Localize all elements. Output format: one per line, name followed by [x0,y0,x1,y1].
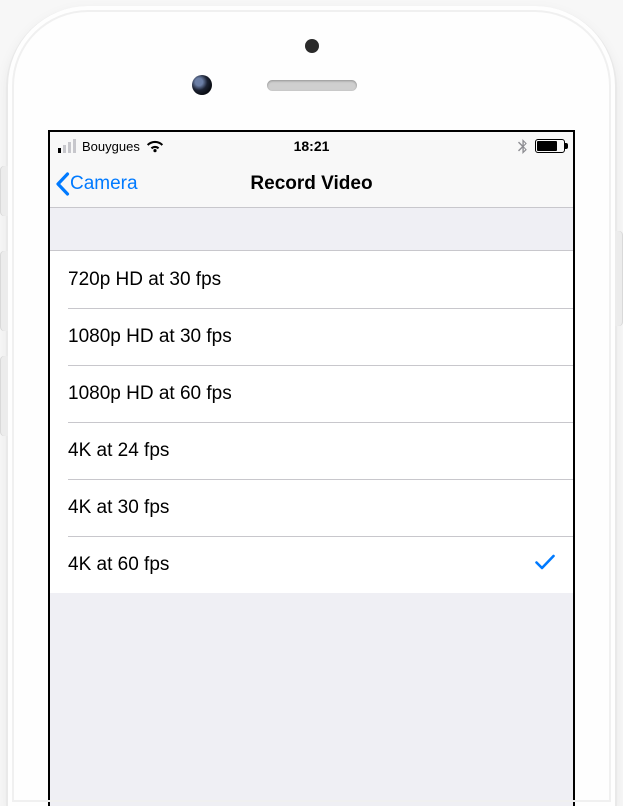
checkmark-icon [535,554,555,576]
battery-icon [535,139,565,153]
volume-down-button [1,356,8,436]
option-label: 4K at 24 fps [68,440,169,462]
option-label: 4K at 30 fps [68,497,169,519]
cell-signal-icon [58,139,76,153]
option-row[interactable]: 4K at 60 fps [68,536,573,593]
option-row[interactable]: 4K at 24 fps [68,422,573,479]
phone-frame: Bouygues 18:21 Camera Record Video 720p … [8,6,615,806]
option-row[interactable]: 1080p HD at 60 fps [68,365,573,422]
front-camera [192,75,212,95]
back-button[interactable]: Camera [50,172,138,196]
option-label: 1080p HD at 30 fps [68,326,232,348]
nav-bar: Camera Record Video [50,160,573,208]
power-button [615,231,622,326]
back-label: Camera [70,173,138,195]
status-bar: Bouygues 18:21 [50,132,573,160]
screen: Bouygues 18:21 Camera Record Video 720p … [48,130,575,806]
option-label: 4K at 60 fps [68,554,169,576]
options-list: 720p HD at 30 fps 1080p HD at 30 fps 1080p… [50,250,573,593]
group-spacer [50,208,573,250]
volume-up-button [1,251,8,331]
option-row[interactable]: 4K at 30 fps [68,479,573,536]
option-label: 1080p HD at 60 fps [68,383,232,405]
earpiece-speaker [267,80,357,91]
carrier-label: Bouygues [82,139,140,154]
bluetooth-icon [518,139,527,154]
wifi-icon [146,140,164,153]
option-row[interactable]: 720p HD at 30 fps [50,251,573,308]
option-row[interactable]: 1080p HD at 30 fps [68,308,573,365]
option-label: 720p HD at 30 fps [68,269,221,291]
proximity-sensor [305,39,319,53]
chevron-left-icon [54,172,70,196]
mute-switch [1,166,8,216]
